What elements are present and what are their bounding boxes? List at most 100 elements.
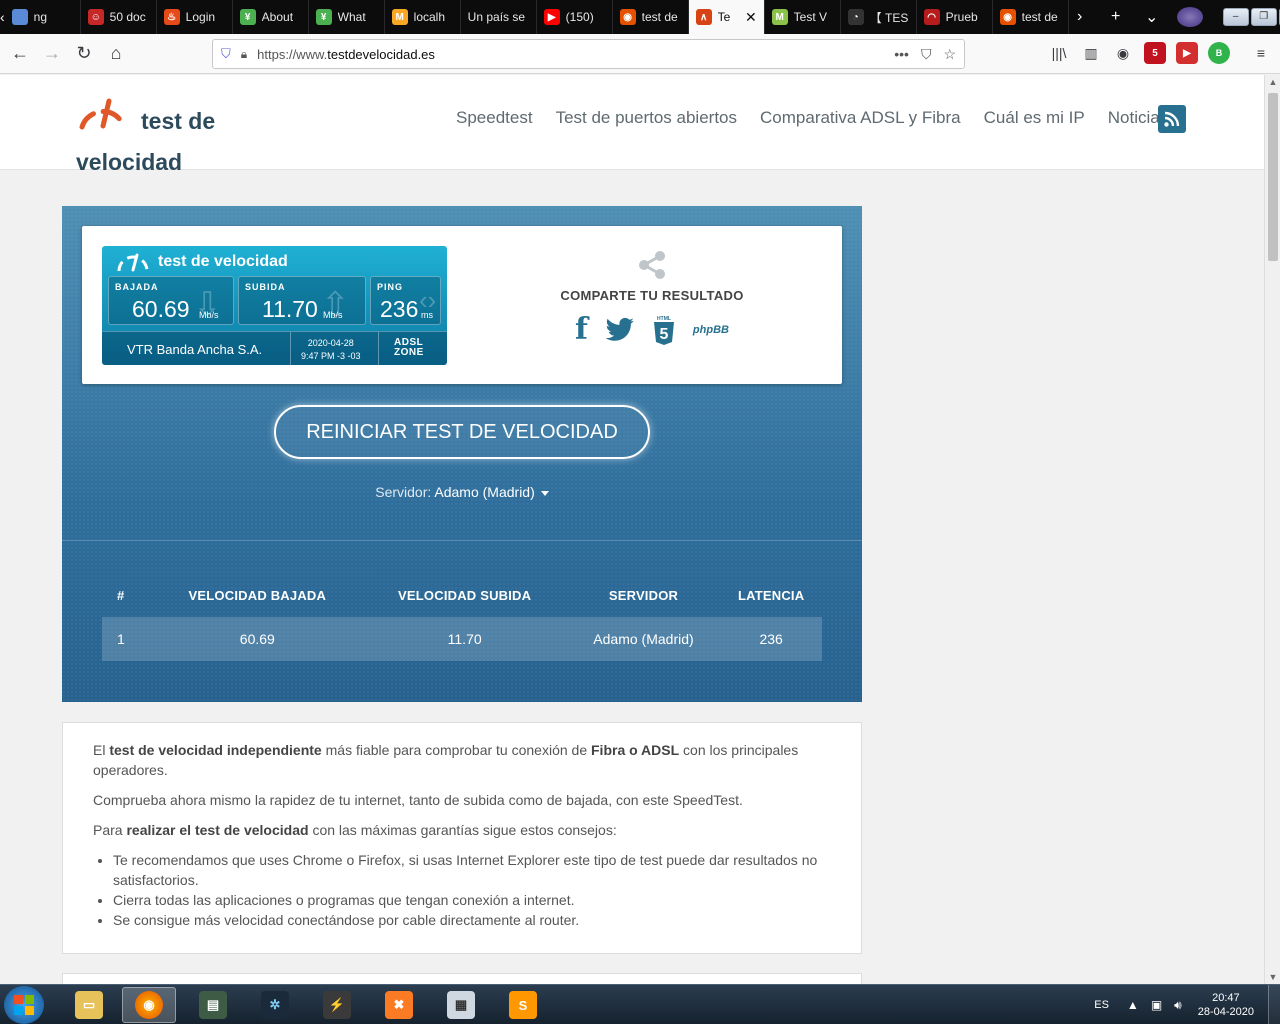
- cell-download: 60.69: [152, 617, 363, 661]
- browser-tab[interactable]: ◔ 【 TES: [841, 0, 917, 34]
- menu-item-comparativa[interactable]: Comparativa ADSL y Fibra: [760, 108, 961, 128]
- window-controls: – ❐ ✕: [1222, 8, 1280, 26]
- badge-timestamp: 2020-04-28 9:47 PM -3 -03: [301, 337, 361, 363]
- tracking-shield-icon[interactable]: ⛉: [221, 46, 231, 62]
- taskbar-explorer[interactable]: ▭: [62, 987, 116, 1023]
- back-icon[interactable]: ←: [4, 43, 36, 64]
- ping-unit: ms: [421, 310, 433, 320]
- tab-list-chevron-icon[interactable]: ⌄: [1141, 7, 1163, 27]
- profile-icon[interactable]: [1176, 7, 1203, 27]
- browser-tab[interactable]: ◉ test de: [993, 0, 1069, 34]
- taskbar-winamp[interactable]: ⚡: [310, 987, 364, 1023]
- tray-expand-icon[interactable]: ▲: [1127, 998, 1139, 1012]
- browser-tab[interactable]: Un país se: [461, 0, 537, 34]
- restart-test-button[interactable]: REINICIAR TEST DE VELOCIDAD: [274, 405, 650, 459]
- clock[interactable]: 20:47 28-04-2020: [1198, 991, 1254, 1019]
- reload-icon[interactable]: ↻: [68, 43, 100, 64]
- tabbar-controls: › + ⌄ – ❐ ✕: [1069, 0, 1280, 34]
- sidebar-icon[interactable]: ▥: [1080, 42, 1102, 64]
- dropdown-caret-icon[interactable]: [540, 490, 549, 496]
- start-button[interactable]: [4, 986, 44, 1024]
- browser-tab[interactable]: ☺ 50 doc: [81, 0, 157, 34]
- server-selector[interactable]: Servidor: Adamo (Madrid): [62, 484, 862, 500]
- language-indicator[interactable]: ES: [1094, 999, 1109, 1011]
- green-extension-icon[interactable]: B: [1208, 42, 1230, 64]
- badge-divider: [378, 332, 379, 365]
- restore-icon[interactable]: ❐: [1250, 8, 1277, 26]
- browser-tab[interactable]: ◠ Prueb: [917, 0, 993, 34]
- tips-list: Te recomendamos que uses Chrome o Firefo…: [113, 850, 831, 930]
- tab-favicon-icon: ♨: [163, 9, 180, 25]
- site-logo-text[interactable]: test de velocidad: [76, 101, 246, 183]
- taskbar-firefox[interactable]: ◉: [122, 987, 176, 1023]
- text: El: [93, 742, 110, 758]
- browser-tab[interactable]: ♨ Login: [157, 0, 233, 34]
- taskbar-calculator[interactable]: ▦: [434, 987, 488, 1023]
- facebook-icon[interactable]: f: [575, 312, 588, 347]
- browser-tab[interactable]: ▶ (150): [537, 0, 613, 34]
- col-header-index: #: [117, 587, 125, 603]
- network-icon[interactable]: ▣: [1151, 998, 1162, 1012]
- video-extension-icon[interactable]: ▶: [1176, 42, 1198, 64]
- page-actions-icon[interactable]: •••: [894, 46, 909, 63]
- browser-tab[interactable]: ∧ Te ✕: [688, 0, 765, 34]
- menu-hamburger-icon[interactable]: ≡: [1250, 42, 1272, 64]
- browser-tab[interactable]: ◉ test de: [613, 0, 689, 34]
- result-badge-image[interactable]: test de velocidad BAJADA ⇩ 60.69 Mb/s SU…: [102, 246, 447, 365]
- browser-tab[interactable]: ¥ About: [233, 0, 309, 34]
- library-icon[interactable]: |||\: [1048, 42, 1070, 64]
- tab-scroll-right-icon[interactable]: ›: [1069, 8, 1091, 26]
- scroll-up-icon[interactable]: ▲: [1265, 77, 1280, 87]
- bookmark-star-icon[interactable]: ☆: [943, 46, 956, 63]
- browser-tab[interactable]: ng: [5, 0, 81, 34]
- phpbb-icon[interactable]: phpBB: [693, 324, 729, 336]
- taskbar-atom[interactable]: ✲: [248, 987, 302, 1023]
- taskbar-xampp[interactable]: ✖: [372, 987, 426, 1023]
- twitter-icon[interactable]: [605, 317, 635, 343]
- upload-stat: SUBIDA ⇧ 11.70 Mb/s: [238, 276, 366, 325]
- ublock-extension-icon[interactable]: 5: [1144, 42, 1166, 64]
- download-unit: Mb/s: [199, 310, 219, 320]
- scroll-down-icon[interactable]: ▼: [1265, 972, 1280, 982]
- tab-label: Login: [185, 10, 216, 24]
- badge-title: test de velocidad: [158, 253, 288, 270]
- ping-label: PING: [377, 282, 404, 292]
- browser-tab[interactable]: M Test V: [765, 0, 841, 34]
- pocket-icon[interactable]: ⛉: [921, 46, 932, 63]
- new-tab-icon[interactable]: +: [1105, 8, 1127, 26]
- taskbar-monitor[interactable]: ▤: [186, 987, 240, 1023]
- results-header-row: # VELOCIDAD BAJADA VELOCIDAD SUBIDA SERV…: [102, 573, 822, 617]
- browser-tab[interactable]: ¥ What: [309, 0, 385, 34]
- menu-item-ip[interactable]: Cuál es mi IP: [984, 108, 1085, 128]
- taskbar-sublime[interactable]: S: [496, 987, 550, 1023]
- badge-date: 2020-04-28: [307, 338, 354, 348]
- menu-item-speedtest[interactable]: Speedtest: [456, 108, 533, 128]
- browser-tab[interactable]: Mlocalh: [385, 0, 461, 34]
- show-desktop-button[interactable]: [1268, 985, 1280, 1024]
- page-viewport: test de velocidad Speedtest Test de puer…: [0, 75, 1264, 984]
- monitor-icon: ▤: [199, 991, 227, 1019]
- text: Para: [93, 822, 127, 838]
- windows-taskbar: ▭ ◉ ▤ ✲ ⚡ ✖ ▦ S ES ▲ ▣ 🔊︎ 20:47 28-04-20…: [0, 984, 1280, 1024]
- tab-favicon-icon: ☺: [87, 9, 104, 25]
- tab-close-icon[interactable]: ✕: [745, 9, 757, 26]
- url-text[interactable]: https://www.testdevelocidad.es: [257, 47, 884, 62]
- volume-icon[interactable]: 🔊︎: [1174, 998, 1182, 1013]
- server-value[interactable]: Adamo (Madrid): [434, 484, 534, 500]
- tab-favicon-icon: [11, 9, 28, 25]
- url-bar[interactable]: ⛉ 🔒︎ https://www.testdevelocidad.es ••• …: [212, 39, 965, 69]
- intro-text-box: El test de velocidad independiente más f…: [62, 722, 862, 954]
- rss-button[interactable]: [1158, 105, 1186, 133]
- account-icon[interactable]: ◉: [1112, 42, 1134, 64]
- tab-label: ng: [33, 10, 48, 24]
- page-scrollbar[interactable]: ▲ ▼: [1264, 75, 1280, 984]
- home-icon[interactable]: ⌂: [100, 43, 132, 64]
- download-stat: BAJADA ⇩ 60.69 Mb/s: [108, 276, 234, 325]
- scrollbar-thumb[interactable]: [1268, 93, 1278, 261]
- tab-favicon-icon: ◠: [923, 9, 940, 25]
- minimize-icon[interactable]: –: [1222, 8, 1249, 26]
- forward-icon[interactable]: →: [36, 43, 68, 64]
- menu-item-puertos[interactable]: Test de puertos abiertos: [556, 108, 737, 128]
- html5-icon[interactable]: HTML 5: [652, 314, 676, 346]
- lock-icon[interactable]: 🔒︎: [241, 47, 247, 62]
